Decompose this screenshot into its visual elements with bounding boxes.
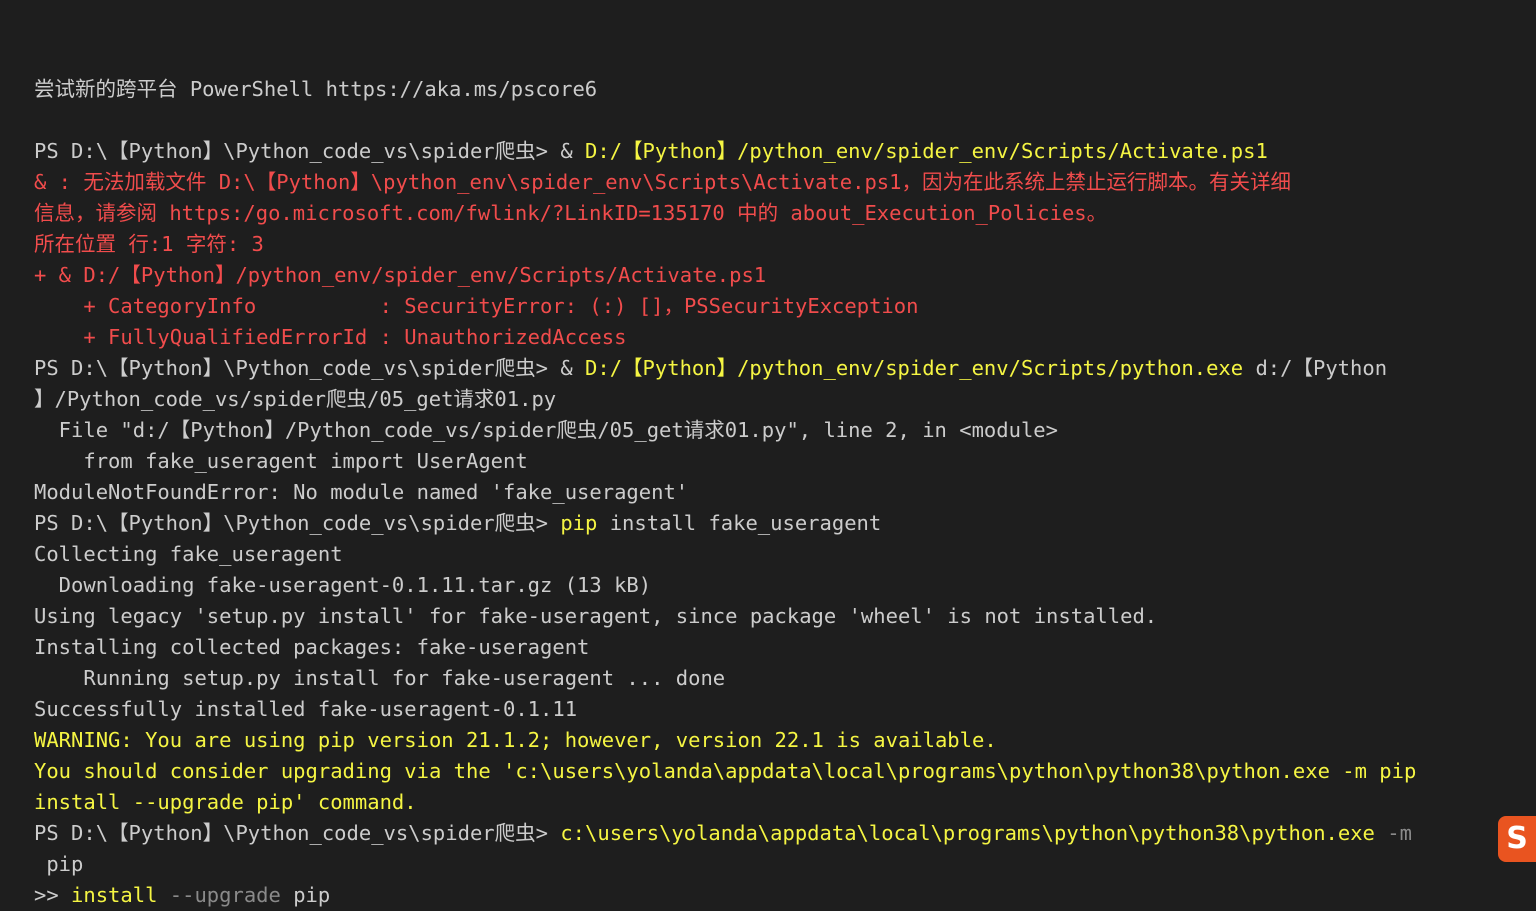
terminal-text-segment: D:/【Python】/python_env/spider_env/Script… xyxy=(585,356,1243,380)
terminal-line: >> install --upgrade pip xyxy=(34,880,1536,911)
sogou-ime-icon[interactable]: S xyxy=(1498,816,1536,862)
terminal-line: PS D:\【Python】\Python_code_vs\spider爬虫> … xyxy=(34,818,1536,849)
terminal-line: Using legacy 'setup.py install' for fake… xyxy=(34,601,1536,632)
terminal-text-segment: install xyxy=(71,883,157,907)
terminal-text-segment: 尝试新的跨平台 PowerShell https://aka.ms/pscore… xyxy=(34,77,597,101)
terminal-text-segment: & xyxy=(560,139,585,163)
terminal-text-segment: --upgrade xyxy=(157,883,280,907)
terminal-text-segment: Installing collected packages: fake-user… xyxy=(34,635,589,659)
terminal-text-segment: 信息，请参阅 https:/go.microsoft.com/fwlink/?L… xyxy=(34,201,1107,225)
terminal-text-segment: Downloading fake-useragent-0.1.11.tar.gz… xyxy=(34,573,651,597)
terminal-text-segment: PS D:\【Python】\Python_code_vs\spider爬虫> xyxy=(34,511,560,535)
terminal-line: PS D:\【Python】\Python_code_vs\spider爬虫> … xyxy=(34,353,1536,384)
terminal-line: 信息，请参阅 https:/go.microsoft.com/fwlink/?L… xyxy=(34,198,1536,229)
terminal-text-segment: install fake_useragent xyxy=(597,511,881,535)
terminal-line xyxy=(34,105,1536,136)
terminal-line: 所在位置 行:1 字符: 3 xyxy=(34,229,1536,260)
terminal-line: + & D:/【Python】/python_env/spider_env/Sc… xyxy=(34,260,1536,291)
terminal-line: & : 无法加载文件 D:\【Python】\python_env\spider… xyxy=(34,167,1536,198)
terminal-line: WARNING: You are using pip version 21.1.… xyxy=(34,725,1536,756)
terminal-text-segment: >> xyxy=(34,883,71,907)
terminal-text-segment: Using legacy 'setup.py install' for fake… xyxy=(34,604,1157,628)
terminal-text-segment: & xyxy=(560,356,585,380)
terminal-line: + FullyQualifiedErrorId : UnauthorizedAc… xyxy=(34,322,1536,353)
terminal-text-segment: from fake_useragent import UserAgent xyxy=(34,449,528,473)
terminal-text-segment: pip xyxy=(281,883,330,907)
terminal-line: from fake_useragent import UserAgent xyxy=(34,446,1536,477)
terminal-text-segment: c:\users\yolanda\appdata\local\programs\… xyxy=(560,821,1375,845)
terminal-line: Successfully installed fake-useragent-0.… xyxy=(34,694,1536,725)
terminal-line: + CategoryInfo : SecurityError: (:) []，P… xyxy=(34,291,1536,322)
terminal-line: Installing collected packages: fake-user… xyxy=(34,632,1536,663)
terminal-line: pip xyxy=(34,849,1536,880)
terminal-line: 】/Python_code_vs/spider爬虫/05_get请求01.py xyxy=(34,384,1536,415)
terminal-text-segment: PS D:\【Python】\Python_code_vs\spider爬虫> xyxy=(34,821,560,845)
terminal-text-segment: D:/【Python】/python_env/spider_env/Script… xyxy=(585,139,1268,163)
terminal-text-segment: PS D:\【Python】\Python_code_vs\spider爬虫> xyxy=(34,356,560,380)
terminal-line: ModuleNotFoundError: No module named 'fa… xyxy=(34,477,1536,508)
terminal-text-segment: -m xyxy=(1375,821,1412,845)
terminal-line: File "d:/【Python】/Python_code_vs/spider爬… xyxy=(34,415,1536,446)
terminal-line: PS D:\【Python】\Python_code_vs\spider爬虫> … xyxy=(34,136,1536,167)
terminal-text-segment: ModuleNotFoundError: No module named 'fa… xyxy=(34,480,688,504)
terminal-text-segment: File "d:/【Python】/Python_code_vs/spider爬… xyxy=(34,418,1058,442)
terminal-text-segment: install --upgrade pip' command. xyxy=(34,790,417,814)
terminal-line: You should consider upgrading via the 'c… xyxy=(34,756,1536,787)
terminal-text-segment: + CategoryInfo : SecurityError: (:) []，P… xyxy=(34,294,918,318)
terminal-text-segment: 】/Python_code_vs/spider爬虫/05_get请求01.py xyxy=(34,387,556,411)
terminal-line: Collecting fake_useragent xyxy=(34,539,1536,570)
terminal-text-segment: pip xyxy=(560,511,597,535)
terminal-line: 尝试新的跨平台 PowerShell https://aka.ms/pscore… xyxy=(34,74,1536,105)
terminal-line: install --upgrade pip' command. xyxy=(34,787,1536,818)
terminal-text-segment: WARNING: You are using pip version 21.1.… xyxy=(34,728,997,752)
terminal-text-segment: 所在位置 行:1 字符: 3 xyxy=(34,232,264,256)
terminal-line: Running setup.py install for fake-userag… xyxy=(34,663,1536,694)
terminal-line: Downloading fake-useragent-0.1.11.tar.gz… xyxy=(34,570,1536,601)
terminal-text-segment: pip xyxy=(34,852,83,876)
terminal-output[interactable]: 尝试新的跨平台 PowerShell https://aka.ms/pscore… xyxy=(0,0,1536,868)
terminal-text-segment: Running setup.py install for fake-userag… xyxy=(34,666,725,690)
terminal-text-segment: You should consider upgrading via the 'c… xyxy=(34,759,1416,783)
terminal-text-segment: d:/【Python xyxy=(1243,356,1387,380)
terminal-text-segment: & : 无法加载文件 D:\【Python】\python_env\spider… xyxy=(34,170,1291,194)
terminal-text-segment: + FullyQualifiedErrorId : UnauthorizedAc… xyxy=(34,325,626,349)
terminal-text-segment: + & D:/【Python】/python_env/spider_env/Sc… xyxy=(34,263,766,287)
terminal-text-segment: PS D:\【Python】\Python_code_vs\spider爬虫> xyxy=(34,139,560,163)
terminal-line: PS D:\【Python】\Python_code_vs\spider爬虫> … xyxy=(34,508,1536,539)
terminal-text-segment: Collecting fake_useragent xyxy=(34,542,343,566)
terminal-text-segment: Successfully installed fake-useragent-0.… xyxy=(34,697,577,721)
